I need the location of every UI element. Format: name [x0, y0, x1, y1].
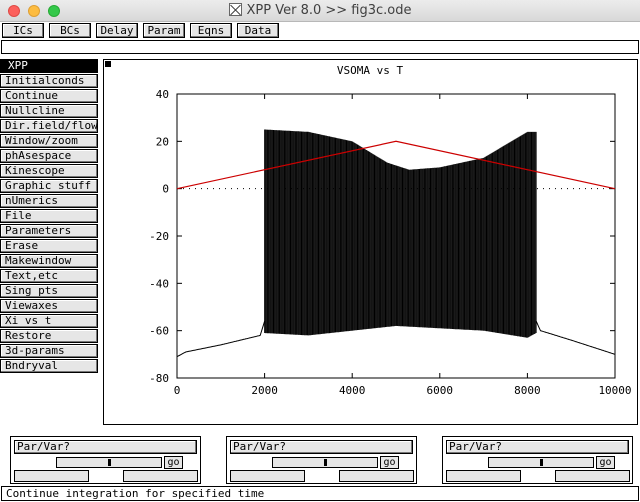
- parameter-slider-panel: Par/Var? go: [442, 436, 633, 484]
- x-tick-label: 4000: [339, 384, 366, 397]
- main-menu-header: XPP: [0, 59, 98, 73]
- plot-canvas: 0 2000 4000 6000 8000 1000040200-20-40-60-80 …: [149, 64, 631, 397]
- graph-window[interactable]: 0 2000 4000 6000 8000 10000 40 20 0 -20 -40 -60 -80 …: [103, 59, 638, 425]
- low-value-field[interactable]: [230, 470, 305, 482]
- menu-item-erase[interactable]: Erase: [0, 239, 98, 253]
- menu-item-nullcline[interactable]: Nullcline: [0, 104, 98, 118]
- window-title-group: XPP Ver 8.0 >> fig3c.ode: [0, 3, 640, 18]
- menu-item-window-zoom[interactable]: Window/zoom: [0, 134, 98, 148]
- high-value-field[interactable]: [555, 470, 630, 482]
- high-value-field[interactable]: [123, 470, 198, 482]
- menu-item-continue[interactable]: Continue: [0, 89, 98, 103]
- status-bar: Continue integration for specified time: [1, 486, 639, 501]
- menu-item-xi-vs-t[interactable]: Xi vs t: [0, 314, 98, 328]
- slider-thumb[interactable]: [540, 459, 543, 466]
- x-tick-label: 0: [174, 384, 181, 397]
- x-tick-label: 10000: [598, 384, 631, 397]
- menu-item-3d-params[interactable]: 3d-params: [0, 344, 98, 358]
- y-tick-label: -40: [149, 277, 169, 290]
- y-tick-label: 20: [156, 135, 169, 148]
- x11-icon: [228, 3, 242, 16]
- menu-item-sing-pts[interactable]: Sing pts: [0, 284, 98, 298]
- series-vsoma: [176, 129, 616, 358]
- plot-title: VSOMA vs T: [337, 64, 404, 77]
- go-button[interactable]: go: [380, 456, 399, 469]
- high-value-field[interactable]: [339, 470, 414, 482]
- low-value-field[interactable]: [14, 470, 89, 482]
- parameter-slider[interactable]: [272, 457, 378, 468]
- command-input[interactable]: [1, 40, 639, 54]
- menu-item-restore[interactable]: Restore: [0, 329, 98, 343]
- slider-thumb[interactable]: [324, 459, 327, 466]
- x-tick-label: 2000: [251, 384, 278, 397]
- x-tick-label: 6000: [427, 384, 454, 397]
- low-value-field[interactable]: [446, 470, 521, 482]
- y-tick-label: 0: [162, 183, 169, 196]
- param-button[interactable]: Param: [143, 23, 185, 38]
- go-button[interactable]: go: [164, 456, 183, 469]
- eqns-button[interactable]: Eqns: [190, 23, 232, 38]
- menu-item-kinescope[interactable]: Kinescope: [0, 164, 98, 178]
- menu-item-dir-field-flow[interactable]: Dir.field/flow: [0, 119, 98, 133]
- menu-item-parameters[interactable]: Parameters: [0, 224, 98, 238]
- vsoma-post-burst-trace: [535, 320, 616, 355]
- menu-item-viewaxes[interactable]: Viewaxes: [0, 299, 98, 313]
- delay-button[interactable]: Delay: [96, 23, 138, 38]
- bcs-button[interactable]: BCs: [49, 23, 91, 38]
- title-bar: XPP Ver 8.0 >> fig3c.ode: [0, 0, 640, 22]
- menu-item-numerics[interactable]: nUmerics: [0, 194, 98, 208]
- menu-item-initialconds[interactable]: Initialconds: [0, 74, 98, 88]
- vsoma-pre-burst-trace: [176, 321, 266, 358]
- top-button-bar: ICs BCs Delay Param Eqns Data: [0, 22, 640, 39]
- parameter-slider[interactable]: [56, 457, 162, 468]
- par-var-field[interactable]: Par/Var?: [230, 440, 413, 454]
- y-tick-label: 40: [156, 88, 169, 101]
- y-tick-label: -80: [149, 372, 169, 385]
- go-button[interactable]: go: [596, 456, 615, 469]
- menu-item-makewindow[interactable]: Makewindow: [0, 254, 98, 268]
- parameter-slider-panel: Par/Var? go: [10, 436, 201, 484]
- data-button[interactable]: Data: [237, 23, 279, 38]
- par-var-field[interactable]: Par/Var?: [14, 440, 197, 454]
- menu-item-bndryval[interactable]: Bndryval: [0, 359, 98, 373]
- par-var-field[interactable]: Par/Var?: [446, 440, 629, 454]
- parameter-slider[interactable]: [488, 457, 594, 468]
- menu-item-file[interactable]: File: [0, 209, 98, 223]
- y-tick-label: -60: [149, 325, 169, 338]
- menu-item-phasespace[interactable]: phAsespace: [0, 149, 98, 163]
- window-title: XPP Ver 8.0 >> fig3c.ode: [246, 3, 412, 18]
- y-tick-label: -20: [149, 230, 169, 243]
- slider-thumb[interactable]: [108, 459, 111, 466]
- x-tick-label: 8000: [514, 384, 541, 397]
- menu-item-graphic-stuff[interactable]: Graphic stuff: [0, 179, 98, 193]
- parameter-slider-panel: Par/Var? go: [226, 436, 417, 484]
- menu-item-text-etc[interactable]: Text,etc: [0, 269, 98, 283]
- ics-button[interactable]: ICs: [2, 23, 44, 38]
